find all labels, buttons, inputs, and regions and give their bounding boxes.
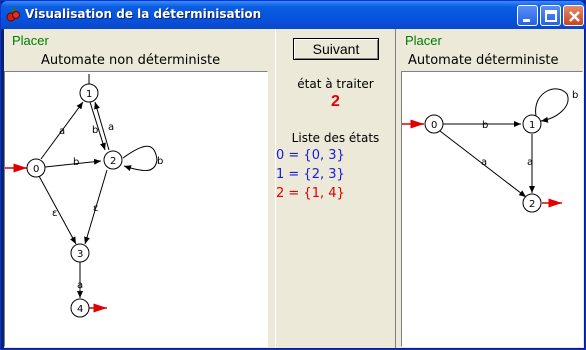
state-entry-1: 1 = {2, 3} xyxy=(276,167,345,182)
dfa-graph: 0 1 2 b a a b xyxy=(402,88,578,213)
nfa-edge-label: ε xyxy=(52,208,57,219)
dfa-node-label: 1 xyxy=(529,120,535,131)
dfa-edge-label: b xyxy=(572,90,578,101)
dfa-edge-label: b xyxy=(482,120,488,131)
dfa-canvas[interactable]: 0 1 2 b a a b xyxy=(401,71,583,347)
state-entry-2: 2 = {1, 4} xyxy=(276,186,345,201)
maximize-button[interactable] xyxy=(540,5,561,26)
nfa-node-label: 4 xyxy=(77,304,83,315)
app-icon xyxy=(6,7,20,22)
nfa-canvas[interactable]: 1 0 2 3 4 a b a b b ε ε a xyxy=(4,71,268,347)
nfa-edge-label: ε xyxy=(93,203,98,214)
right-panel-heading: Automate déterministe xyxy=(408,53,559,68)
nfa-node-label: 1 xyxy=(86,89,92,100)
nfa-node-label: 2 xyxy=(110,156,116,167)
minimize-button[interactable] xyxy=(517,5,538,26)
app-window: Visualisation de la déterminisation Plac… xyxy=(0,0,586,350)
nfa-edge-label: a xyxy=(77,280,83,291)
next-button[interactable]: Suivant xyxy=(293,38,379,60)
left-place-link[interactable]: Placer xyxy=(12,33,49,48)
client-area: Placer Automate non déterministe 1 0 2 3… xyxy=(4,29,584,348)
nfa-edge-label: b xyxy=(92,125,98,136)
maximize-icon xyxy=(545,10,557,22)
nfa-edge-label: b xyxy=(73,157,79,168)
nfa-edge-label: b xyxy=(157,156,163,167)
title-bar[interactable]: Visualisation de la déterminisation xyxy=(1,1,585,29)
left-panel-heading: Automate non déterministe xyxy=(41,53,221,68)
state-to-process-value: 2 xyxy=(331,93,340,110)
dfa-edge-label: a xyxy=(481,157,487,168)
state-entry-0: 0 = {0, 3} xyxy=(276,148,345,163)
nfa-graph: 1 0 2 3 4 a b a b b ε ε a xyxy=(5,74,163,318)
control-panel: Suivant état à traiter 2 Liste des états… xyxy=(275,29,396,348)
nfa-node-label: 3 xyxy=(77,249,83,260)
dfa-node-label: 2 xyxy=(529,199,535,210)
minimize-icon xyxy=(523,19,530,22)
close-icon xyxy=(569,11,580,22)
state-to-process-label: état à traiter xyxy=(297,77,374,91)
right-place-link[interactable]: Placer xyxy=(405,33,442,48)
nfa-node-label: 0 xyxy=(33,164,39,175)
window-title: Visualisation de la déterminisation xyxy=(25,7,262,21)
close-button[interactable] xyxy=(563,5,584,26)
nfa-edge-label: a xyxy=(59,126,65,137)
dfa-edge-label: a xyxy=(527,157,533,168)
states-list-label: Liste des états xyxy=(291,131,380,145)
dfa-node-label: 0 xyxy=(431,120,437,131)
nfa-edge-label: a xyxy=(108,122,114,133)
